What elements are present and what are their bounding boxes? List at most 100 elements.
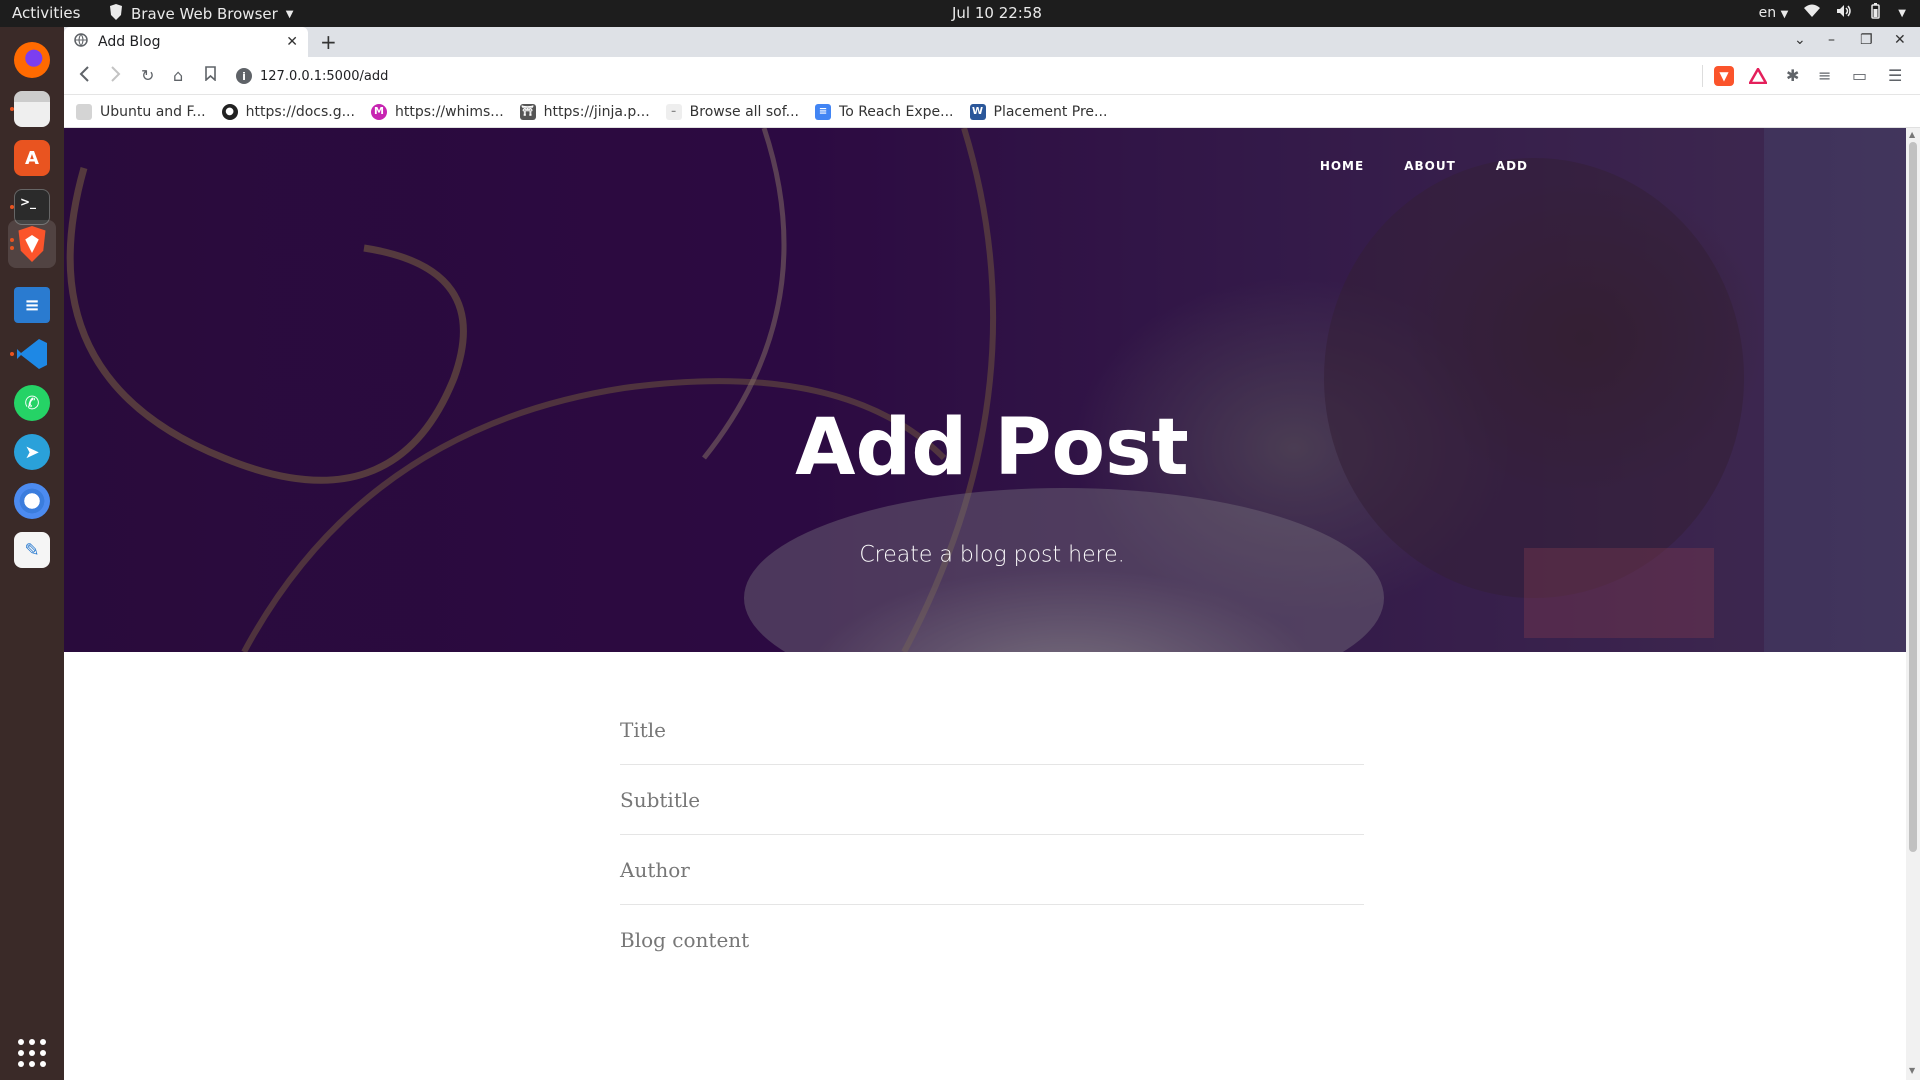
new-tab-icon[interactable]: + bbox=[320, 30, 337, 54]
system-menu-chevron-icon: ▼ bbox=[1898, 7, 1906, 19]
dock-whatsapp[interactable]: ✆ bbox=[8, 379, 56, 427]
title-field[interactable]: Title bbox=[620, 695, 1364, 765]
libreoffice-writer-icon: ≡ bbox=[14, 287, 50, 323]
dock-show-apps[interactable] bbox=[8, 1029, 56, 1077]
whimsical-icon: M bbox=[370, 103, 387, 120]
bookmark-label: https://jinja.p... bbox=[543, 103, 650, 120]
brave-icon bbox=[14, 226, 50, 262]
close-icon[interactable]: ✕ bbox=[286, 34, 298, 50]
tab-strip: Add Blog ✕ + ⌄ – ❐ ✕ bbox=[64, 27, 1920, 57]
files-icon bbox=[14, 91, 50, 127]
restore-icon[interactable]: ❐ bbox=[1860, 32, 1873, 48]
vscode-icon bbox=[14, 336, 50, 372]
brave-rewards-icon[interactable] bbox=[1748, 66, 1768, 86]
battery-icon bbox=[1868, 3, 1882, 23]
forward-icon[interactable] bbox=[110, 66, 122, 86]
dock-vscode[interactable] bbox=[8, 330, 56, 378]
minimize-icon[interactable]: – bbox=[1828, 32, 1835, 48]
jinja-icon: ⛩ bbox=[519, 103, 536, 120]
dock-firefox[interactable] bbox=[8, 36, 56, 84]
dock-telegram[interactable]: ➤ bbox=[8, 428, 56, 476]
tab-search-chevron-icon[interactable]: ⌄ bbox=[1794, 32, 1806, 48]
page-scrollbar[interactable]: ▲ ▼ bbox=[1906, 128, 1920, 1080]
brave-shields-icon[interactable]: ▼ bbox=[1714, 66, 1734, 86]
site-info-icon[interactable]: i bbox=[236, 68, 252, 84]
bookmark-item[interactable]: W Placement Pre... bbox=[969, 103, 1107, 120]
bookmark-item[interactable]: Ubuntu and F... bbox=[76, 103, 206, 120]
bookmark-icon[interactable] bbox=[205, 66, 216, 85]
activities-button[interactable]: Activities bbox=[12, 4, 80, 22]
software-center-icon: A bbox=[14, 140, 50, 176]
chevron-down-icon: ▼ bbox=[285, 8, 294, 20]
site-nav: HOME ABOUT ADD bbox=[1320, 159, 1528, 173]
browser-toolbar: ↻ ⌂ i 127.0.0.1:5000/add ▼ ✱ ≡ ▭ ☰ bbox=[64, 57, 1920, 95]
back-icon[interactable] bbox=[78, 66, 90, 86]
dock-software[interactable]: A bbox=[8, 134, 56, 182]
system-tray[interactable]: en ▼ ▼ bbox=[1759, 3, 1906, 23]
bookmark-item[interactable]: ⛩ https://jinja.p... bbox=[519, 103, 650, 120]
dock-chromium[interactable] bbox=[8, 477, 56, 525]
ubuntu-dock: A >_ ≡ ✆ ➤ ✎ bbox=[0, 27, 64, 1080]
app-menu[interactable]: Brave Web Browser ▼ bbox=[109, 4, 293, 24]
browser-window: Add Blog ✕ + ⌄ – ❐ ✕ ↻ ⌂ i 127.0.0.1:500… bbox=[64, 27, 1920, 1080]
running-indicator bbox=[10, 205, 14, 209]
dock-files[interactable] bbox=[8, 85, 56, 133]
language-indicator[interactable]: en ▼ bbox=[1759, 5, 1789, 21]
scroll-up-icon[interactable]: ▲ bbox=[1909, 130, 1915, 139]
text-editor-icon: ✎ bbox=[14, 532, 50, 568]
running-indicator bbox=[10, 246, 14, 250]
extensions-icon[interactable]: ✱ bbox=[1786, 66, 1799, 85]
playlist-icon[interactable]: ≡ bbox=[1818, 66, 1831, 85]
masthead: HOME ABOUT ADD Add Post Create a blog po… bbox=[64, 128, 1920, 652]
word-icon: W bbox=[969, 103, 986, 120]
address-bar[interactable]: i 127.0.0.1:5000/add bbox=[236, 62, 1730, 90]
bookmark-item[interactable]: ≡ To Reach Expe... bbox=[815, 103, 954, 120]
tab-title: Add Blog bbox=[98, 34, 161, 50]
add-post-form: Title Subtitle Author Blog content bbox=[620, 695, 1364, 975]
home-icon[interactable]: ⌂ bbox=[173, 66, 183, 85]
dock-writer[interactable]: ≡ bbox=[8, 281, 56, 329]
tab-add-blog[interactable]: Add Blog ✕ bbox=[64, 27, 308, 57]
clock[interactable]: Jul 10 22:58 bbox=[952, 4, 1042, 22]
nav-home[interactable]: HOME bbox=[1320, 159, 1364, 173]
page-subtitle: Create a blog post here. bbox=[859, 542, 1125, 568]
divider bbox=[1702, 65, 1703, 87]
telegram-icon: ➤ bbox=[14, 434, 50, 470]
folder-icon bbox=[76, 103, 92, 120]
bookmark-label: Browse all sof... bbox=[689, 103, 800, 120]
nav-add[interactable]: ADD bbox=[1496, 159, 1528, 173]
bookmark-item[interactable]: – Browse all sof... bbox=[665, 103, 800, 120]
url-text: 127.0.0.1:5000/add bbox=[260, 68, 389, 84]
reload-icon[interactable]: ↻ bbox=[141, 66, 154, 85]
menu-icon[interactable]: ☰ bbox=[1888, 66, 1902, 85]
globe-icon bbox=[74, 33, 88, 51]
running-indicator bbox=[10, 352, 14, 356]
wifi-icon bbox=[1804, 4, 1821, 22]
bookmark-item[interactable]: M https://whims... bbox=[370, 103, 504, 120]
app-menu-label: Brave Web Browser bbox=[131, 5, 278, 23]
author-field[interactable]: Author bbox=[620, 835, 1364, 905]
bookmarks-bar: Ubuntu and F... ● https://docs.g... M ht… bbox=[64, 96, 1920, 128]
system-top-bar: Activities Brave Web Browser ▼ Jul 10 22… bbox=[0, 0, 1920, 27]
bookmark-label: To Reach Expe... bbox=[839, 103, 954, 120]
brave-app-icon bbox=[109, 4, 123, 24]
wallet-icon[interactable]: ▭ bbox=[1852, 66, 1867, 85]
page-title: Add Post bbox=[795, 403, 1189, 493]
scroll-down-icon[interactable]: ▼ bbox=[1909, 1066, 1915, 1075]
dock-text-editor[interactable]: ✎ bbox=[8, 526, 56, 574]
bookmark-label: Ubuntu and F... bbox=[100, 103, 206, 120]
blog-content-field[interactable]: Blog content bbox=[620, 905, 1364, 975]
dock-brave[interactable] bbox=[8, 220, 56, 268]
volume-icon bbox=[1836, 4, 1852, 22]
subtitle-field[interactable]: Subtitle bbox=[620, 765, 1364, 835]
page-icon: – bbox=[665, 103, 682, 120]
chromium-icon bbox=[14, 483, 50, 519]
bookmark-label: https://whims... bbox=[394, 103, 504, 120]
scrollbar-thumb[interactable] bbox=[1909, 142, 1917, 852]
masthead-overlay bbox=[64, 128, 1920, 652]
close-window-icon[interactable]: ✕ bbox=[1894, 32, 1906, 48]
running-indicator bbox=[10, 238, 14, 242]
bookmark-item[interactable]: ● https://docs.g... bbox=[221, 103, 355, 120]
github-icon: ● bbox=[221, 103, 238, 120]
nav-about[interactable]: ABOUT bbox=[1404, 159, 1456, 173]
